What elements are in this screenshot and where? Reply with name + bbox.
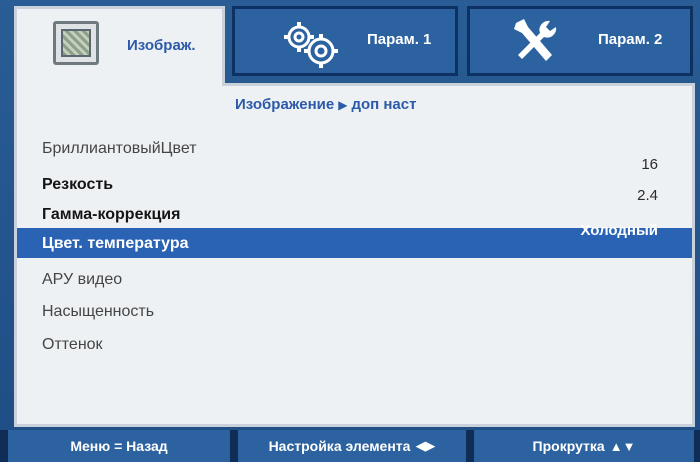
menu-item-saturation[interactable]: Насыщенность xyxy=(17,297,692,327)
menu-item-label: Насыщенность xyxy=(42,303,155,320)
left-right-arrows-icon: ◀▶ xyxy=(415,438,436,453)
up-down-arrows-icon: ▲▼ xyxy=(609,438,636,454)
hint-scroll-label: Прокрутка xyxy=(532,438,605,454)
tab-param2[interactable]: Парам. 2 xyxy=(467,6,693,76)
tab-param2-label: Парам. 2 xyxy=(598,31,663,48)
menu-item-brilliant-color[interactable]: БриллиантовыйЦвет xyxy=(17,134,692,164)
menu-item-video-agc[interactable]: АРУ видео xyxy=(17,265,692,295)
menu-item-tint[interactable]: Оттенок xyxy=(17,330,692,360)
projector-osd: Изображ. Парам. 1 Парам. 2 Изображение ▶… xyxy=(0,0,700,462)
footer-hints: Меню = Назад Настройка элемента ◀▶ Прокр… xyxy=(0,430,700,462)
tab-image-label: Изображ. xyxy=(127,37,196,54)
breadcrumb: Изображение ▶ доп наст xyxy=(235,96,416,113)
menu-item-label: Оттенок xyxy=(42,336,103,353)
menu-panel: Изображение ▶ доп наст БриллиантовыйЦвет Р… xyxy=(14,83,695,427)
tab-param1[interactable]: Парам. 1 xyxy=(232,6,458,76)
menu-item-label: АРУ видео xyxy=(42,271,123,288)
menu-item-label: Гамма-коррекция xyxy=(42,206,181,223)
tab-param1-label: Парам. 1 xyxy=(367,31,432,48)
menu-item-value: Холодный xyxy=(580,222,658,239)
menu-item-sharpness[interactable]: Резкость 16 xyxy=(17,156,692,200)
menu-item-label: Цвет. температура xyxy=(42,235,189,252)
breadcrumb-section: Изображение xyxy=(235,96,335,113)
menu-item-label: Резкость xyxy=(42,176,114,193)
menu-item-label: БриллиантовыйЦвет xyxy=(42,140,197,157)
hint-adjust: Настройка элемента ◀▶ xyxy=(238,430,466,462)
hint-scroll: Прокрутка ▲▼ xyxy=(474,430,694,462)
hint-adjust-label: Настройка элемента xyxy=(268,438,411,454)
hint-menu-back-label: Меню = Назад xyxy=(70,438,168,454)
menu-item-value: 16 xyxy=(641,156,658,173)
breadcrumb-arrow-icon: ▶ xyxy=(338,98,348,112)
hint-menu-back: Меню = Назад xyxy=(8,430,230,462)
menu-item-color-temperature[interactable]: Цвет. температура Холодный xyxy=(17,222,692,258)
breadcrumb-page: доп наст xyxy=(351,96,417,113)
tools-icon xyxy=(514,19,557,61)
gears-icon xyxy=(284,22,338,68)
image-settings-icon xyxy=(53,21,99,65)
tab-image[interactable]: Изображ. xyxy=(14,6,225,86)
menu-item-value: 2.4 xyxy=(637,187,658,204)
